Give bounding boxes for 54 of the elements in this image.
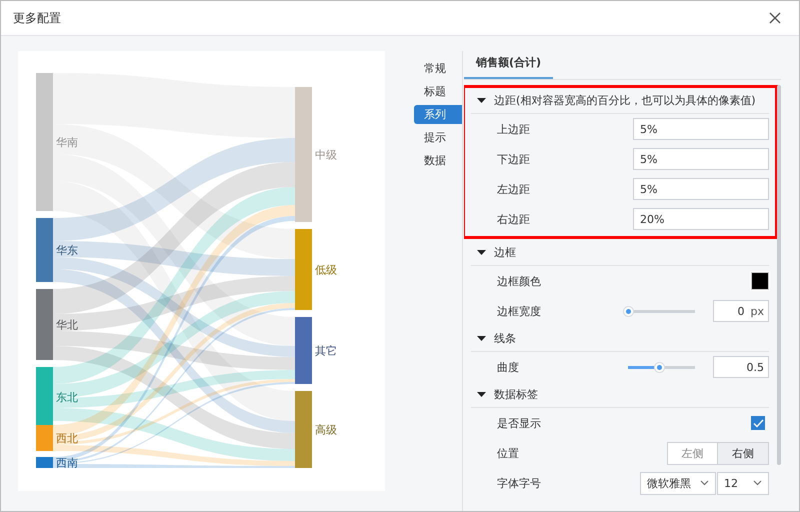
node-label: 华南 (56, 136, 78, 149)
node-label: 西南 (56, 456, 78, 470)
input-field[interactable]: 5% (633, 148, 769, 170)
field-label: 右边距 (497, 212, 530, 226)
nav-tab[interactable]: 数据 (414, 151, 462, 170)
section-title: 边框 (494, 245, 516, 260)
series-tab[interactable]: 销售额(合计) (464, 55, 554, 79)
chevron-down-icon (700, 480, 709, 486)
caret-down-icon[interactable] (477, 334, 486, 343)
field-label: 曲度 (497, 360, 519, 374)
field-label: 下边距 (497, 152, 530, 166)
field-label: 边框宽度 (497, 304, 541, 318)
node-label: 西北 (56, 432, 78, 445)
node-label: 东北 (56, 391, 78, 404)
field-label: 边框颜色 (497, 274, 541, 288)
field-label: 左边距 (497, 182, 530, 196)
nav-tab[interactable]: 系列 (414, 105, 462, 124)
dropdown[interactable]: 微软雅黑 (640, 472, 716, 494)
scrollbar-thumb[interactable] (777, 85, 781, 465)
section-title: 数据标签 (494, 387, 538, 402)
segment-button[interactable]: 右侧 (718, 442, 769, 464)
nav-tab[interactable]: 常规 (414, 59, 462, 78)
caret-down-icon[interactable] (477, 390, 486, 399)
slider-thumb[interactable] (623, 306, 634, 316)
nav-tab[interactable]: 标题 (414, 82, 462, 101)
section-title: 边距(相对容器宽高的百分比，也可以为具体的像素值) (494, 93, 756, 108)
input-field[interactable]: 0.5 (713, 356, 769, 378)
field-label: 位置 (497, 446, 519, 460)
segment-button[interactable]: 左侧 (667, 442, 718, 464)
window-title: 更多配置 (13, 10, 61, 26)
dropdown[interactable]: 12 (717, 472, 769, 494)
field-label: 上边距 (497, 122, 530, 136)
node-label: 低级 (315, 264, 337, 276)
node-label: 高级 (315, 424, 337, 436)
input-field[interactable]: 0 px (713, 300, 769, 322)
slider[interactable] (623, 306, 695, 316)
input-field[interactable]: 20% (633, 208, 769, 230)
node-label: 华东 (56, 244, 78, 257)
input-field[interactable]: 5% (633, 118, 769, 140)
field-label: 是否显示 (497, 416, 541, 430)
node-label: 中级 (315, 148, 337, 162)
field-label: 字体字号 (497, 476, 541, 490)
input-field[interactable]: 5% (633, 178, 769, 200)
node-label: 其它 (315, 344, 337, 358)
chevron-down-icon (753, 480, 762, 486)
caret-down-icon[interactable] (477, 96, 486, 105)
checkbox[interactable] (751, 416, 765, 430)
close-icon[interactable] (769, 12, 781, 24)
section-title: 线条 (494, 331, 516, 346)
node-label: 华北 (56, 318, 78, 332)
nav-tab[interactable]: 提示 (414, 128, 462, 147)
caret-down-icon[interactable] (477, 248, 486, 257)
slider-thumb[interactable] (654, 362, 664, 372)
color-swatch[interactable] (751, 272, 769, 290)
